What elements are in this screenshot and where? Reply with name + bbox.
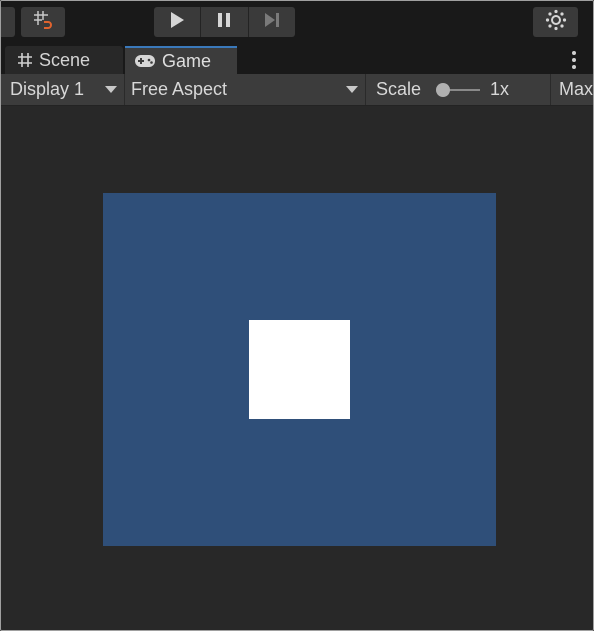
camera-background xyxy=(103,193,496,546)
game-view-controls: Display 1 Free Aspect Scale 1x Max xyxy=(1,74,593,106)
max-label: Max xyxy=(559,79,594,99)
display-value: Display 1 xyxy=(10,79,85,99)
chevron-down-icon xyxy=(105,86,117,93)
scale-value: 1x xyxy=(490,79,510,99)
scale-control: Scale 1x xyxy=(366,74,551,105)
gamepad-icon xyxy=(134,54,156,68)
play-icon xyxy=(169,11,185,34)
grid-snap-icon xyxy=(32,9,54,36)
chevron-down-icon xyxy=(346,86,358,93)
toolbar-left-button[interactable] xyxy=(1,7,15,37)
tab-game[interactable]: Game xyxy=(125,46,237,74)
pause-button[interactable] xyxy=(201,7,249,37)
pause-icon xyxy=(217,12,231,33)
scale-slider-thumb[interactable] xyxy=(436,83,450,97)
lighting-button[interactable] xyxy=(533,7,578,37)
maximize-on-play-button[interactable]: Max xyxy=(551,74,594,105)
playback-controls xyxy=(154,7,295,37)
tab-scene-label: Scene xyxy=(39,49,91,70)
game-window: Scene Game Display 1 Free Aspect Scale 1… xyxy=(0,0,594,631)
game-viewport[interactable] xyxy=(1,106,593,630)
step-icon xyxy=(263,12,281,33)
main-toolbar xyxy=(1,1,593,44)
tab-scene[interactable]: Scene xyxy=(5,46,123,74)
lighting-icon xyxy=(545,9,567,36)
more-options-icon[interactable] xyxy=(569,51,579,69)
display-dropdown[interactable]: Display 1 xyxy=(1,74,125,105)
aspect-dropdown[interactable]: Free Aspect xyxy=(125,74,366,105)
step-button[interactable] xyxy=(249,7,295,37)
scale-label: Scale xyxy=(376,79,422,99)
grid-snap-button[interactable] xyxy=(21,7,65,37)
aspect-value: Free Aspect xyxy=(131,79,228,99)
white-square-sprite xyxy=(249,320,350,419)
hash-icon xyxy=(17,52,33,68)
tab-game-label: Game xyxy=(162,50,212,71)
play-button[interactable] xyxy=(154,7,202,37)
tab-bar: Scene Game xyxy=(1,44,593,74)
